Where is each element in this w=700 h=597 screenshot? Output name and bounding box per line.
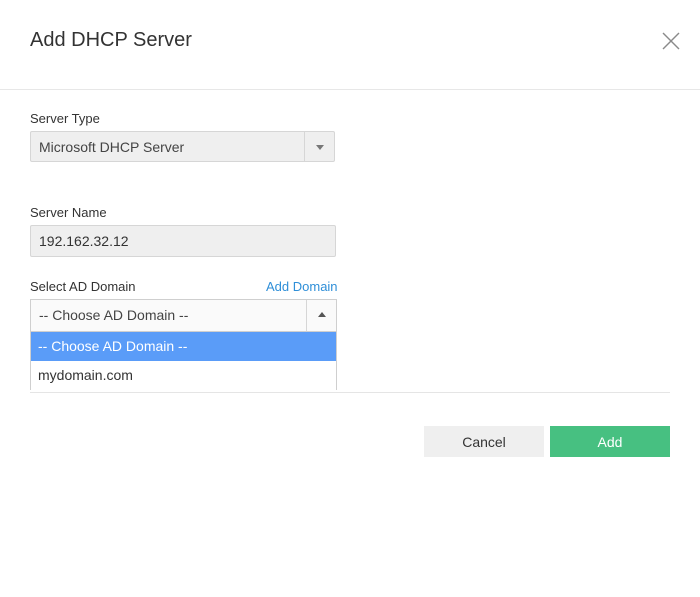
server-type-select[interactable]: Microsoft DHCP Server <box>30 131 335 162</box>
add-domain-link[interactable]: Add Domain <box>266 279 338 294</box>
caret-down-icon <box>316 145 324 150</box>
footer-divider <box>30 392 670 393</box>
ad-domain-select[interactable]: -- Choose AD Domain -- <box>30 299 337 332</box>
server-type-dropdown-toggle[interactable] <box>304 132 334 161</box>
server-name-input[interactable] <box>30 225 336 257</box>
close-icon[interactable] <box>660 30 684 54</box>
ad-domain-dropdown-list: -- Choose AD Domain -- mydomain.com <box>30 332 337 390</box>
dropdown-option-choose[interactable]: -- Choose AD Domain -- <box>31 332 336 361</box>
ad-domain-label: Select AD Domain <box>30 279 136 294</box>
dropdown-option-mydomain[interactable]: mydomain.com <box>31 361 336 390</box>
ad-domain-dropdown-toggle[interactable] <box>306 300 336 331</box>
ad-domain-value: -- Choose AD Domain -- <box>39 307 189 323</box>
add-dhcp-server-dialog: Add DHCP Server Server Type Microsoft DH… <box>0 0 700 597</box>
server-type-label: Server Type <box>30 111 100 126</box>
cancel-button[interactable]: Cancel <box>424 426 544 457</box>
server-type-value: Microsoft DHCP Server <box>39 139 185 155</box>
dialog-title: Add DHCP Server <box>30 29 192 51</box>
server-name-label: Server Name <box>30 205 107 220</box>
add-button[interactable]: Add <box>550 426 670 457</box>
caret-up-icon <box>318 312 326 317</box>
dialog-header: Add DHCP Server <box>0 0 700 90</box>
